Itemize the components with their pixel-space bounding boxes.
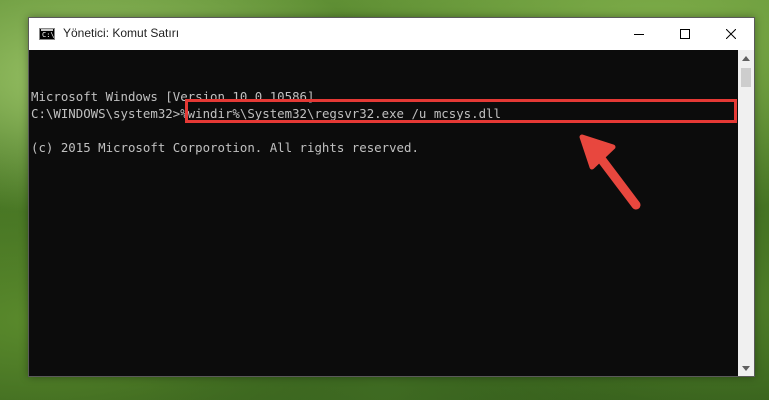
window-title: Yönetici: Komut Satırı [63, 26, 180, 40]
minimize-button[interactable] [616, 18, 662, 50]
maximize-icon [680, 29, 690, 39]
title-bar[interactable]: C:\ Yönetici: Komut Satırı [29, 18, 754, 50]
scroll-up-button[interactable] [738, 50, 754, 66]
console-line-copyright: (c) 2015 Microsoft Corporotion. All righ… [31, 140, 419, 155]
maximize-button[interactable] [662, 18, 708, 50]
close-icon [726, 29, 736, 39]
chevron-down-icon [742, 365, 750, 371]
command-prompt-window: C:\ Yönetici: Komut Satırı Microsoft Win… [28, 17, 755, 377]
console-prompt: C:\WINDOWS\system32> [31, 106, 181, 121]
cmd-icon-glyph: C:\ [42, 31, 55, 39]
scroll-down-button[interactable] [738, 360, 754, 376]
close-button[interactable] [708, 18, 754, 50]
minimize-icon [634, 34, 644, 35]
command-highlight-box [185, 99, 737, 123]
scroll-thumb[interactable] [741, 68, 751, 87]
cmd-icon: C:\ [39, 28, 55, 40]
console-output-area[interactable]: Microsoft Windows [Version 10.0.10586] (… [29, 50, 738, 376]
chevron-up-icon [742, 55, 750, 61]
vertical-scrollbar[interactable] [738, 50, 754, 376]
